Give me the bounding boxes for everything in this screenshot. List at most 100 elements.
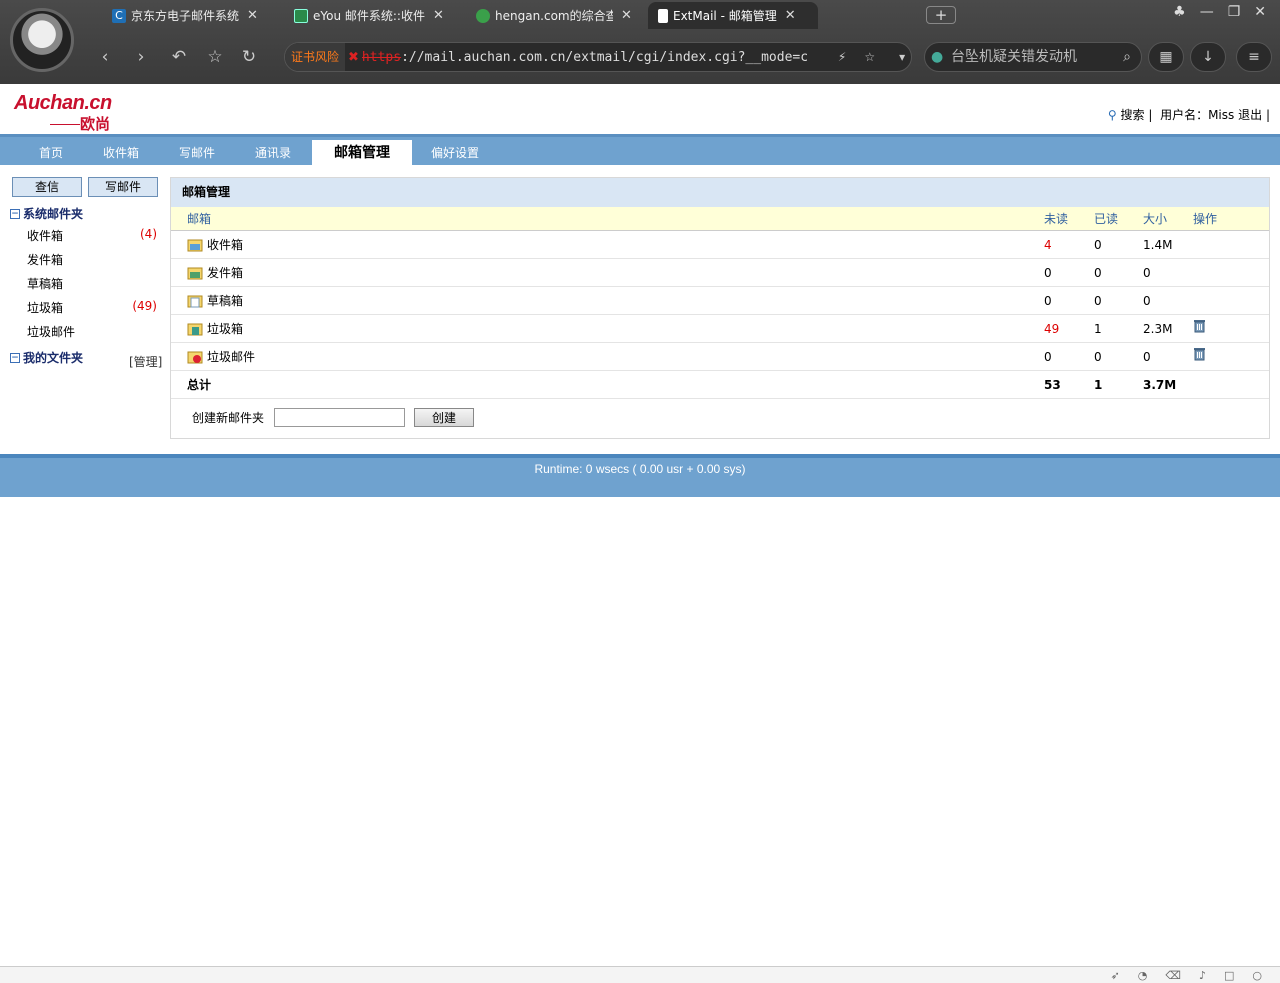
folder-name[interactable]: 发件箱 [207, 259, 243, 287]
clean-icon[interactable]: ⌫ [1165, 969, 1181, 982]
close-icon[interactable]: ✕ [433, 8, 444, 23]
logout-link[interactable]: 退出 [1238, 108, 1262, 122]
auchan-logo[interactable]: Auchan.cn 欧尚 [14, 92, 129, 133]
bookmark-star-icon[interactable]: ☆ [864, 50, 875, 64]
tab-preferences[interactable]: 偏好设置 [424, 140, 486, 168]
total-size: 3.7M [1143, 378, 1177, 392]
new-tab-button[interactable]: + [926, 6, 956, 24]
table-row: 垃圾箱 49 1 2.3M [171, 315, 1269, 343]
system-folders-header[interactable]: − 系统邮件夹 [10, 205, 83, 222]
tab-mailbox-manage[interactable]: 邮箱管理 [312, 140, 412, 168]
folder-name[interactable]: 垃圾箱 [207, 315, 243, 343]
skin-icon[interactable]: ♣ [1173, 4, 1186, 20]
tab-inbox[interactable]: 收件箱 [96, 140, 146, 168]
folder-name[interactable]: 垃圾邮件 [207, 343, 255, 371]
table-row: 收件箱 4 0 1.4M [171, 231, 1269, 259]
read-count: 0 [1094, 350, 1102, 364]
page: Auchan.cn 欧尚 ⚲ 搜索 | 用户名：Miss 退出 | 首页 收件箱… [0, 84, 1280, 969]
sidebar-item-inbox[interactable]: 收件箱 (4) [27, 227, 157, 244]
close-icon[interactable]: ✕ [621, 8, 632, 23]
main-nav: 首页 收件箱 写邮件 通讯录 邮箱管理 偏好设置 [0, 134, 1280, 168]
inbox-folder-icon [187, 238, 203, 252]
search-icon[interactable]: ⌕ [1123, 43, 1131, 71]
read-count: 0 [1094, 238, 1102, 252]
collapse-icon[interactable]: − [10, 352, 20, 363]
col-unread: 未读 [1044, 212, 1069, 226]
tab-contacts[interactable]: 通讯录 [248, 140, 298, 168]
manage-folders-link[interactable]: [管理] [129, 353, 162, 370]
unread-count: 49 [1044, 322, 1060, 336]
folder-name[interactable]: 收件箱 [207, 231, 243, 259]
empty-trash-icon[interactable] [1193, 315, 1206, 343]
compose-button[interactable]: 写邮件 [88, 177, 158, 197]
back-icon[interactable]: ‹ [92, 44, 118, 70]
tab-1[interactable]: eYou 邮件系统::收件 ✕ [284, 2, 454, 29]
tab-compose[interactable]: 写邮件 [172, 140, 222, 168]
table-row: 草稿箱 0 0 0 [171, 287, 1269, 315]
speed-icon[interactable]: ◔ [1138, 969, 1148, 982]
rocket-icon[interactable]: ➶ [1111, 969, 1120, 982]
url-text[interactable]: https://mail.auchan.com.cn/extmail/cgi/i… [362, 50, 832, 65]
collapse-icon[interactable]: − [10, 208, 20, 219]
window-icon[interactable]: □ [1224, 969, 1234, 982]
check-mail-button[interactable]: 查信 [12, 177, 82, 197]
separator: | [1265, 108, 1270, 122]
search-engine-icon: ● [931, 49, 944, 65]
sent-folder-icon [187, 266, 203, 280]
new-folder-form: 创建新邮件夹 创建 [192, 408, 475, 427]
dropdown-icon[interactable]: ▾ [899, 50, 905, 64]
folder-cell[interactable]: 收件箱 [187, 231, 243, 259]
new-folder-input[interactable] [274, 408, 406, 427]
drafts-folder-icon [187, 294, 203, 308]
url-rest: ://mail.auchan.com.cn/extmail/cgi/index.… [401, 49, 809, 65]
tab-home[interactable]: 首页 [28, 140, 74, 168]
folder-cell[interactable]: 垃圾箱 [187, 315, 243, 343]
forward-icon[interactable]: › [128, 44, 154, 70]
tab-3-active[interactable]: ExtMail - 邮箱管理 ✕ [648, 2, 818, 29]
system-folders-label: 系统邮件夹 [23, 207, 84, 221]
close-window-icon[interactable]: ✕ [1254, 4, 1266, 20]
folder-cell[interactable]: 草稿箱 [187, 287, 243, 315]
undo-close-icon[interactable]: ↶ [166, 44, 192, 70]
cert-warning-label[interactable]: 证书风险 [285, 43, 346, 71]
apps-icon[interactable]: ▦ [1148, 42, 1184, 72]
tab-0[interactable]: C 京东方电子邮件系统 ✕ [102, 2, 268, 29]
sidebar-item-trash[interactable]: 垃圾箱 (49) [27, 299, 157, 316]
unread-count: 0 [1044, 266, 1052, 280]
refresh-icon[interactable]: ↻ [236, 44, 262, 70]
mailbox-manage-panel: 邮箱管理 邮箱 未读 已读 大小 操作 收件箱 4 0 1.4M 发件箱 0 0… [170, 177, 1270, 439]
sidebar-item-label: 垃圾箱 [27, 301, 64, 315]
close-icon[interactable]: ✕ [247, 8, 258, 23]
volume-icon[interactable]: ♪ [1199, 969, 1206, 982]
search-link[interactable]: 搜索 [1121, 108, 1145, 122]
menu-icon[interactable]: ≡ [1236, 42, 1272, 72]
folder-cell[interactable]: 发件箱 [187, 259, 243, 287]
sidebar-item-drafts[interactable]: 草稿箱 [27, 275, 157, 292]
tab-title: 京东方电子邮件系统 [131, 9, 240, 23]
my-folders-header[interactable]: − 我的文件夹 [10, 349, 83, 366]
restore-icon[interactable]: ❐ [1228, 4, 1241, 20]
create-folder-button[interactable]: 创建 [414, 408, 475, 427]
star-icon[interactable]: ☆ [202, 44, 228, 70]
search-box[interactable]: ● 台坠机疑关错发动机 ⌕ [924, 42, 1142, 72]
user-avatar[interactable] [10, 8, 74, 72]
zoom-icon[interactable]: ○ [1252, 969, 1262, 982]
close-icon[interactable]: ✕ [785, 8, 796, 23]
download-icon[interactable]: ↓ [1190, 42, 1226, 72]
empty-spam-icon[interactable] [1193, 343, 1206, 371]
lightning-icon[interactable]: ⚡ [838, 50, 846, 64]
tab-title: eYou 邮件系统::收件 [313, 9, 425, 23]
address-bar[interactable]: 证书风险 ✖ https://mail.auchan.com.cn/extmai… [284, 42, 912, 72]
sidebar-item-label: 垃圾邮件 [27, 325, 76, 339]
minimize-icon[interactable]: — [1200, 4, 1214, 20]
trash-folder-icon [187, 322, 203, 336]
unread-count: (4) [140, 227, 157, 241]
search-icon[interactable]: ⚲ [1108, 108, 1117, 122]
total-read: 1 [1094, 378, 1103, 392]
sidebar-item-sent[interactable]: 发件箱 [27, 251, 157, 268]
tab-2[interactable]: hengan.com的综合查 ✕ [466, 2, 642, 29]
spam-folder-icon [187, 350, 203, 364]
sidebar-item-spam[interactable]: 垃圾邮件 [27, 323, 157, 340]
folder-name[interactable]: 草稿箱 [207, 287, 243, 315]
folder-cell[interactable]: 垃圾邮件 [187, 343, 255, 371]
